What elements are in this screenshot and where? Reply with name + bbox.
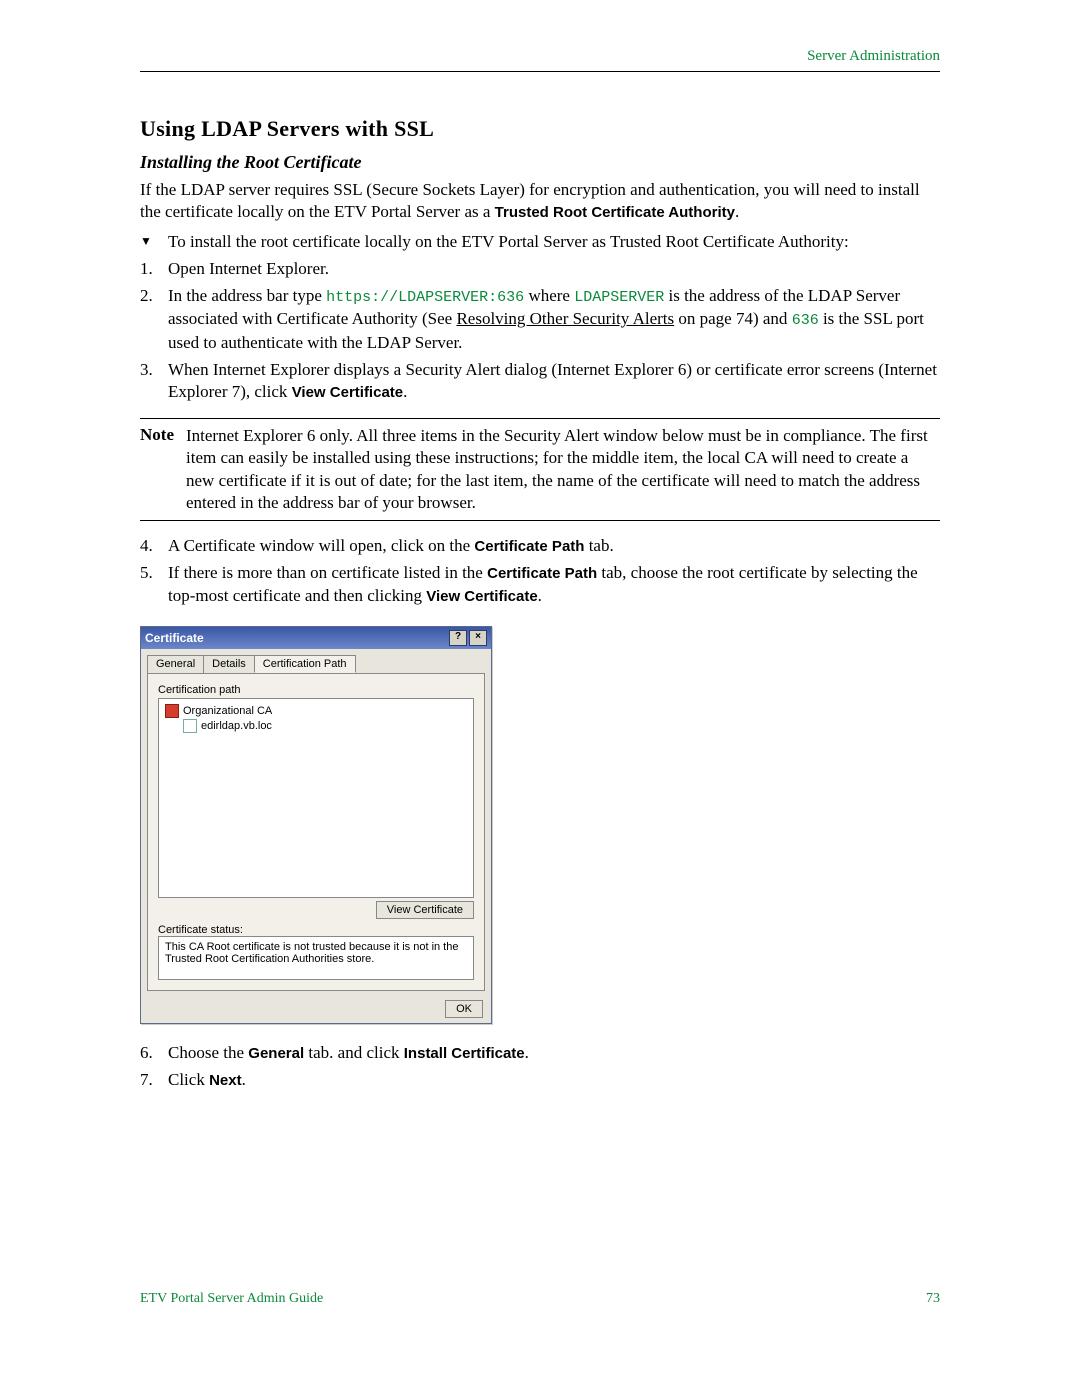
- step-5-marker: 5.: [140, 562, 168, 608]
- dialog-titlebar: Certificate ? ×: [141, 627, 491, 649]
- procedure-list-b: 4. A Certificate window will open, click…: [140, 535, 940, 608]
- step-7-text: Click Next.: [168, 1069, 940, 1092]
- step-4-bold: Certificate Path: [474, 538, 584, 555]
- step-2-a: In the address bar type: [168, 286, 326, 305]
- footer-page-number: 73: [926, 1291, 940, 1307]
- tree-root-row[interactable]: Organizational CA: [165, 704, 467, 718]
- step-1-text: Open Internet Explorer.: [168, 258, 940, 281]
- page-footer: ETV Portal Server Admin Guide 73: [140, 1291, 940, 1307]
- certificate-dialog-screenshot: Certificate ? × General Details Certific…: [140, 626, 940, 1024]
- tree-root-label: Organizational CA: [183, 705, 272, 717]
- intro-text-c: .: [735, 202, 739, 221]
- step-3-a: When Internet Explorer displays a Securi…: [168, 360, 937, 402]
- step-5-bold2: View Certificate: [426, 588, 537, 605]
- step-2-code2: LDAPSERVER: [574, 289, 664, 306]
- footer-doc-title: ETV Portal Server Admin Guide: [140, 1291, 323, 1307]
- step-2-marker: 2.: [140, 285, 168, 354]
- section-title: Using LDAP Servers with SSL: [140, 116, 940, 142]
- step-6-bold1: General: [248, 1045, 304, 1062]
- step-6-a: Choose the: [168, 1043, 248, 1062]
- step-6-bold2: Install Certificate: [404, 1045, 525, 1062]
- step-2-code3: 636: [792, 312, 819, 329]
- tab-certification-path[interactable]: Certification Path: [254, 655, 356, 673]
- step-3-text: When Internet Explorer displays a Securi…: [168, 359, 940, 405]
- step-4-text: A Certificate window will open, click on…: [168, 535, 940, 558]
- step-4-a: A Certificate window will open, click on…: [168, 536, 474, 555]
- step-6-text: Choose the General tab. and click Instal…: [168, 1042, 940, 1065]
- tree-child-row[interactable]: edirldap.vb.loc: [165, 719, 467, 733]
- tree-child-label: edirldap.vb.loc: [201, 720, 272, 732]
- cert-child-icon: [183, 719, 197, 733]
- cert-status-label: Certificate status:: [158, 924, 474, 936]
- step-7-bold: Next: [209, 1072, 242, 1089]
- step-6-marker: 6.: [140, 1042, 168, 1065]
- step-5-a: If there is more than on certificate lis…: [168, 563, 487, 582]
- step-7-marker: 7.: [140, 1069, 168, 1092]
- certpath-tree[interactable]: Organizational CA edirldap.vb.loc: [158, 698, 474, 898]
- step-2-code1: https://LDAPSERVER:636: [326, 289, 524, 306]
- step-2-link[interactable]: Resolving Other Security Alerts: [456, 309, 674, 328]
- step-5-text: If there is more than on certificate lis…: [168, 562, 940, 608]
- dialog-tabs: General Details Certification Path: [141, 649, 491, 673]
- lead-marker: ▼: [140, 231, 168, 254]
- note-block: Note Internet Explorer 6 only. All three…: [140, 418, 940, 520]
- step-4-b: tab.: [584, 536, 613, 555]
- step-2-b: where: [524, 286, 574, 305]
- step-3-b: .: [403, 382, 407, 401]
- step-2-text: In the address bar type https://LDAPSERV…: [168, 285, 940, 354]
- certpath-group-label: Certification path: [158, 684, 474, 696]
- step-1-marker: 1.: [140, 258, 168, 281]
- step-5-c: .: [538, 586, 542, 605]
- procedure-list-c: 6. Choose the General tab. and click Ins…: [140, 1042, 940, 1092]
- step-7-a: Click: [168, 1070, 209, 1089]
- tab-general[interactable]: General: [147, 655, 204, 673]
- note-label: Note: [140, 425, 186, 513]
- ok-button[interactable]: OK: [445, 1000, 483, 1018]
- procedure-list-a: ▼ To install the root certificate locall…: [140, 231, 940, 404]
- intro-paragraph: If the LDAP server requires SSL (Secure …: [140, 179, 940, 223]
- tab-details[interactable]: Details: [203, 655, 255, 673]
- note-body: Internet Explorer 6 only. All three item…: [186, 425, 940, 513]
- subsection-title: Installing the Root Certificate: [140, 152, 940, 173]
- dialog-tabpanel: Certification path Organizational CA edi…: [147, 673, 485, 991]
- step-6-c: .: [525, 1043, 529, 1062]
- step-3-bold: View Certificate: [292, 384, 403, 401]
- step-7-b: .: [242, 1070, 246, 1089]
- step-2-d: on page 74) and: [674, 309, 792, 328]
- step-3-marker: 3.: [140, 359, 168, 405]
- header-running-head: Server Administration: [140, 48, 940, 72]
- intro-bold: Trusted Root Certificate Authority: [495, 204, 735, 221]
- step-4-marker: 4.: [140, 535, 168, 558]
- step-6-b: tab. and click: [304, 1043, 404, 1062]
- lead-text: To install the root certificate locally …: [168, 231, 940, 254]
- view-certificate-button[interactable]: View Certificate: [376, 901, 474, 919]
- dialog-title-text: Certificate: [145, 631, 204, 645]
- close-button[interactable]: ×: [469, 630, 487, 646]
- help-button[interactable]: ?: [449, 630, 467, 646]
- step-5-bold1: Certificate Path: [487, 565, 597, 582]
- cert-status-text: This CA Root certificate is not trusted …: [158, 936, 474, 980]
- certificate-dialog: Certificate ? × General Details Certific…: [140, 626, 492, 1024]
- cert-root-icon: [165, 704, 179, 718]
